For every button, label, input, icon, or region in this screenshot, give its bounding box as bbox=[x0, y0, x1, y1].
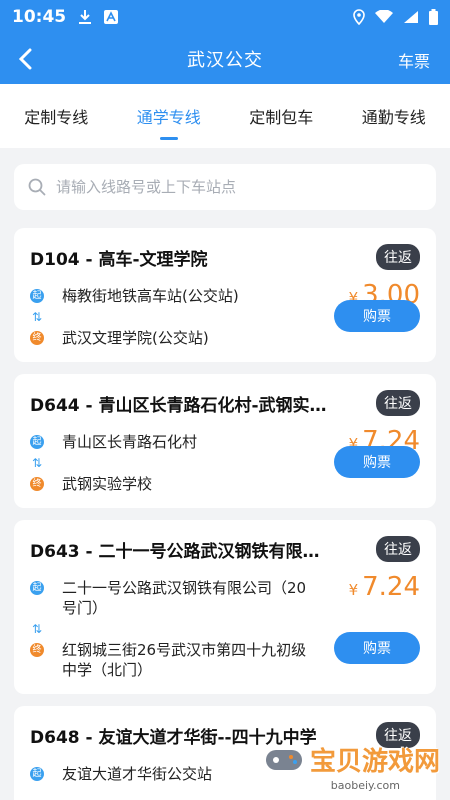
watermark-url: baobeiy.com bbox=[330, 779, 400, 792]
ticket-price: ¥7.24 bbox=[348, 572, 420, 602]
start-stop: 青山区长青路石化村 bbox=[62, 433, 198, 451]
search-bar bbox=[14, 164, 436, 210]
end-stop-icon: 终 bbox=[30, 331, 44, 345]
wifi-icon bbox=[375, 10, 393, 24]
start-stop-icon: 起 bbox=[30, 435, 44, 449]
search-input[interactable] bbox=[56, 178, 376, 196]
round-trip-badge: 往返 bbox=[376, 536, 420, 562]
tab-charter[interactable]: 定制包车 bbox=[245, 96, 317, 136]
end-stop: 武汉文理学院(公交站) bbox=[62, 329, 209, 347]
start-stop-icon: 起 bbox=[30, 767, 44, 781]
start-stop-icon: 起 bbox=[30, 289, 44, 303]
watermark: 宝贝游戏网 baobeiy.com bbox=[264, 741, 440, 792]
end-stop-icon: 终 bbox=[30, 477, 44, 491]
start-stop: 二十一号公路武汉钢铁有限公司（20号门） bbox=[62, 579, 307, 617]
tab-school-line[interactable]: 通学专线 bbox=[133, 96, 205, 140]
round-trip-badge: 往返 bbox=[376, 390, 420, 416]
buy-ticket-button[interactable]: 购票 bbox=[334, 446, 420, 478]
gamepad-icon bbox=[264, 746, 304, 774]
location-icon bbox=[353, 9, 365, 25]
app-notification-icon bbox=[104, 10, 119, 24]
route-card[interactable]: D104 - 高车-文理学院 往返 起 梅教街地铁高车站(公交站) ⇅ 终 武汉文理… bbox=[14, 228, 436, 362]
route-card[interactable]: D643 - 二十一号公路武汉钢铁有限… 往返 起 二十一号公路武汉钢铁有限公司（… bbox=[14, 520, 436, 694]
direction-arrows-icon: ⇅ bbox=[32, 456, 43, 470]
buy-ticket-button[interactable]: 购票 bbox=[334, 632, 420, 664]
tab-commute-line[interactable]: 通勤专线 bbox=[358, 96, 430, 136]
route-name: D104 - 高车-文理学院 bbox=[30, 249, 208, 270]
ticket-button[interactable]: 车票 bbox=[398, 48, 430, 72]
route-card[interactable]: D644 - 青山区长青路石化村-武钢实… 往返 起 青山区长青路石化村 ⇅ 终 武… bbox=[14, 374, 436, 508]
end-stop: 红钢城三街26号武汉市第四十九初级中学（北门） bbox=[62, 641, 307, 679]
battery-icon bbox=[429, 9, 438, 25]
round-trip-badge: 往返 bbox=[376, 244, 420, 270]
watermark-text: 宝贝游戏网 bbox=[309, 747, 440, 777]
signal-icon bbox=[403, 10, 419, 24]
download-icon bbox=[78, 9, 92, 25]
start-stop-icon: 起 bbox=[30, 581, 44, 595]
app-bar: 武汉公交 车票 bbox=[0, 34, 450, 84]
end-stop: 武钢实验学校 bbox=[62, 475, 153, 493]
start-stop: 友谊大道才华街公交站 bbox=[62, 765, 213, 783]
search-icon bbox=[28, 178, 46, 196]
category-tabs: 定制专线 通学专线 定制包车 通勤专线 bbox=[0, 84, 450, 148]
route-name: D644 - 青山区长青路石化村-武钢实… bbox=[30, 395, 327, 416]
status-time: 10:45 bbox=[12, 7, 67, 27]
start-stop: 梅教街地铁高车站(公交站) bbox=[62, 287, 239, 305]
direction-arrows-icon: ⇅ bbox=[32, 622, 43, 636]
page-title: 武汉公交 bbox=[187, 50, 263, 71]
end-stop-icon: 终 bbox=[30, 643, 44, 657]
route-list: D104 - 高车-文理学院 往返 起 梅教街地铁高车站(公交站) ⇅ 终 武汉文理… bbox=[0, 228, 450, 800]
direction-arrows-icon: ⇅ bbox=[32, 310, 43, 324]
buy-ticket-button[interactable]: 购票 bbox=[334, 300, 420, 332]
status-bar: 10:45 bbox=[0, 0, 450, 34]
tab-custom-line[interactable]: 定制专线 bbox=[20, 96, 92, 136]
back-icon[interactable] bbox=[12, 46, 38, 72]
route-name: D643 - 二十一号公路武汉钢铁有限… bbox=[30, 541, 320, 562]
